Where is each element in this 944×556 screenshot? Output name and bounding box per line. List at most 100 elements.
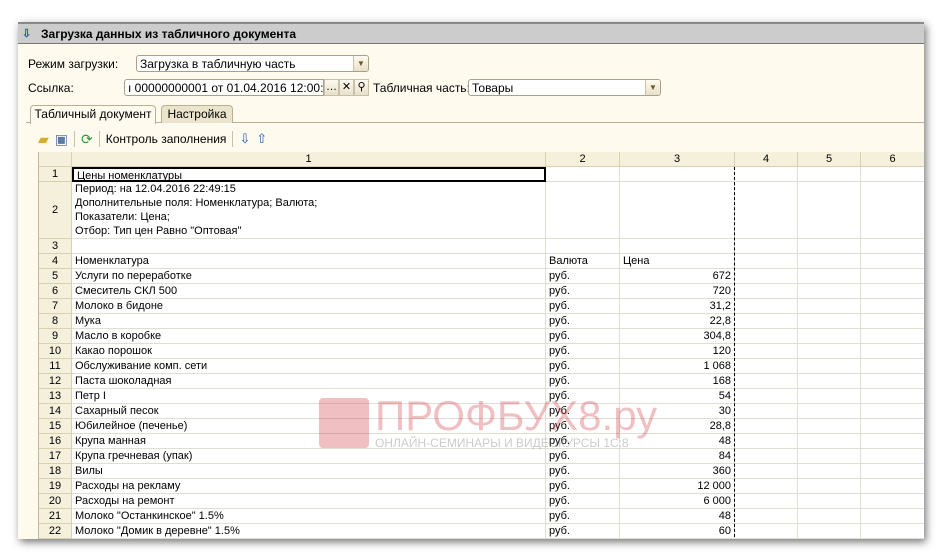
cell-name[interactable]: Период: на 12.04.2016 22:49:15 Дополните… (72, 182, 546, 239)
cell-name[interactable]: Петр I (72, 389, 546, 404)
row-header[interactable]: 22 (39, 524, 72, 539)
cell-price[interactable]: 48 (620, 434, 735, 449)
row-header[interactable]: 3 (39, 239, 72, 254)
cell-price[interactable] (620, 182, 735, 239)
cell-empty[interactable] (798, 182, 861, 239)
cell-empty[interactable] (798, 269, 861, 284)
cell-price[interactable]: 48 (620, 509, 735, 524)
cell-currency[interactable] (546, 182, 620, 239)
cell-empty[interactable] (798, 239, 861, 254)
cell-empty[interactable] (735, 182, 798, 239)
cell-empty[interactable] (798, 167, 861, 182)
cell-empty[interactable] (735, 449, 798, 464)
cell-price[interactable] (620, 239, 735, 254)
cell-empty[interactable] (735, 329, 798, 344)
cell-empty[interactable] (735, 254, 798, 269)
row-header[interactable]: 1 (39, 167, 72, 182)
cell-empty[interactable] (735, 269, 798, 284)
cell-empty[interactable] (861, 299, 924, 314)
cell-currency[interactable]: руб. (546, 374, 620, 389)
cell-empty[interactable] (798, 344, 861, 359)
cell-empty[interactable] (735, 434, 798, 449)
row-header[interactable]: 17 (39, 449, 72, 464)
cell-currency[interactable]: руб. (546, 329, 620, 344)
cell-name[interactable]: Молоко "Домик в деревне" 1.5% (72, 524, 546, 539)
column-header[interactable]: 2 (546, 152, 620, 167)
cell-empty[interactable] (798, 254, 861, 269)
cell-empty[interactable] (735, 389, 798, 404)
cell-name[interactable]: Паста шоколадная (72, 374, 546, 389)
cell-empty[interactable] (861, 182, 924, 239)
cell-price[interactable]: 6 000 (620, 494, 735, 509)
cell-currency[interactable]: руб. (546, 419, 620, 434)
cell-name[interactable]: Цены номенклатуры (72, 167, 546, 182)
cell-empty[interactable] (861, 314, 924, 329)
cell-empty[interactable] (798, 494, 861, 509)
cell-price[interactable]: 31,2 (620, 299, 735, 314)
cell-name[interactable]: Мука (72, 314, 546, 329)
column-header[interactable]: 1 (72, 152, 546, 167)
check-filling-button[interactable]: Контроль заполнения (106, 132, 227, 146)
cell-empty[interactable] (861, 434, 924, 449)
cell-empty[interactable] (861, 254, 924, 269)
cell-currency[interactable]: руб. (546, 359, 620, 374)
cell-name[interactable]: Обслуживание комп. сети (72, 359, 546, 374)
cell-empty[interactable] (861, 329, 924, 344)
select-button[interactable]: … (324, 79, 339, 96)
cell-empty[interactable] (861, 284, 924, 299)
cell-empty[interactable] (735, 464, 798, 479)
cell-empty[interactable] (861, 359, 924, 374)
column-header[interactable]: 4 (735, 152, 798, 167)
cell-empty[interactable] (798, 419, 861, 434)
open-folder-icon[interactable]: ▰ (38, 131, 49, 148)
row-header[interactable]: 11 (39, 359, 72, 374)
cell-currency[interactable]: руб. (546, 344, 620, 359)
cell-currency[interactable]: руб. (546, 464, 620, 479)
cell-empty[interactable] (861, 524, 924, 539)
cell-empty[interactable] (861, 494, 924, 509)
cell-name[interactable]: Крупа гречневая (упак) (72, 449, 546, 464)
cell-price[interactable]: 360 (620, 464, 735, 479)
cell-empty[interactable] (735, 494, 798, 509)
row-header[interactable]: 15 (39, 419, 72, 434)
cell-currency[interactable]: Валюта (546, 254, 620, 269)
cell-currency[interactable]: руб. (546, 314, 620, 329)
column-header[interactable]: 6 (861, 152, 924, 167)
cell-empty[interactable] (861, 374, 924, 389)
corner-cell[interactable] (39, 152, 72, 167)
cell-empty[interactable] (735, 524, 798, 539)
cell-name[interactable] (72, 239, 546, 254)
cell-price[interactable]: 30 (620, 404, 735, 419)
cell-empty[interactable] (735, 167, 798, 182)
cell-empty[interactable] (798, 449, 861, 464)
cell-empty[interactable] (798, 359, 861, 374)
cell-currency[interactable]: руб. (546, 509, 620, 524)
cell-price[interactable]: 22,8 (620, 314, 735, 329)
cell-name[interactable]: Молоко "Останкинское" 1.5% (72, 509, 546, 524)
open-search-icon[interactable]: ⚲ (354, 79, 369, 96)
cell-price[interactable]: 720 (620, 284, 735, 299)
cell-empty[interactable] (798, 524, 861, 539)
cell-empty[interactable] (798, 479, 861, 494)
row-header[interactable]: 10 (39, 344, 72, 359)
cell-currency[interactable] (546, 239, 620, 254)
row-header[interactable]: 21 (39, 509, 72, 524)
cell-name[interactable]: Какао порошок (72, 344, 546, 359)
cell-currency[interactable]: руб. (546, 389, 620, 404)
cell-empty[interactable] (861, 449, 924, 464)
tabpart-select[interactable]: Товары ▼ (468, 79, 661, 96)
row-header[interactable]: 7 (39, 299, 72, 314)
cell-name[interactable]: Смеситель СКЛ 500 (72, 284, 546, 299)
tab-settings[interactable]: Настройка (161, 105, 233, 123)
cell-empty[interactable] (798, 314, 861, 329)
cell-empty[interactable] (798, 404, 861, 419)
mode-select[interactable]: Загрузка в табличную часть ▼ (136, 55, 369, 72)
cell-price[interactable]: 60 (620, 524, 735, 539)
cell-price[interactable]: Цена (620, 254, 735, 269)
column-header[interactable]: 3 (620, 152, 735, 167)
row-header[interactable]: 9 (39, 329, 72, 344)
cell-price[interactable]: 28,8 (620, 419, 735, 434)
cell-name[interactable]: Юбилейное (печенье) (72, 419, 546, 434)
row-header[interactable]: 6 (39, 284, 72, 299)
cell-currency[interactable]: руб. (546, 434, 620, 449)
